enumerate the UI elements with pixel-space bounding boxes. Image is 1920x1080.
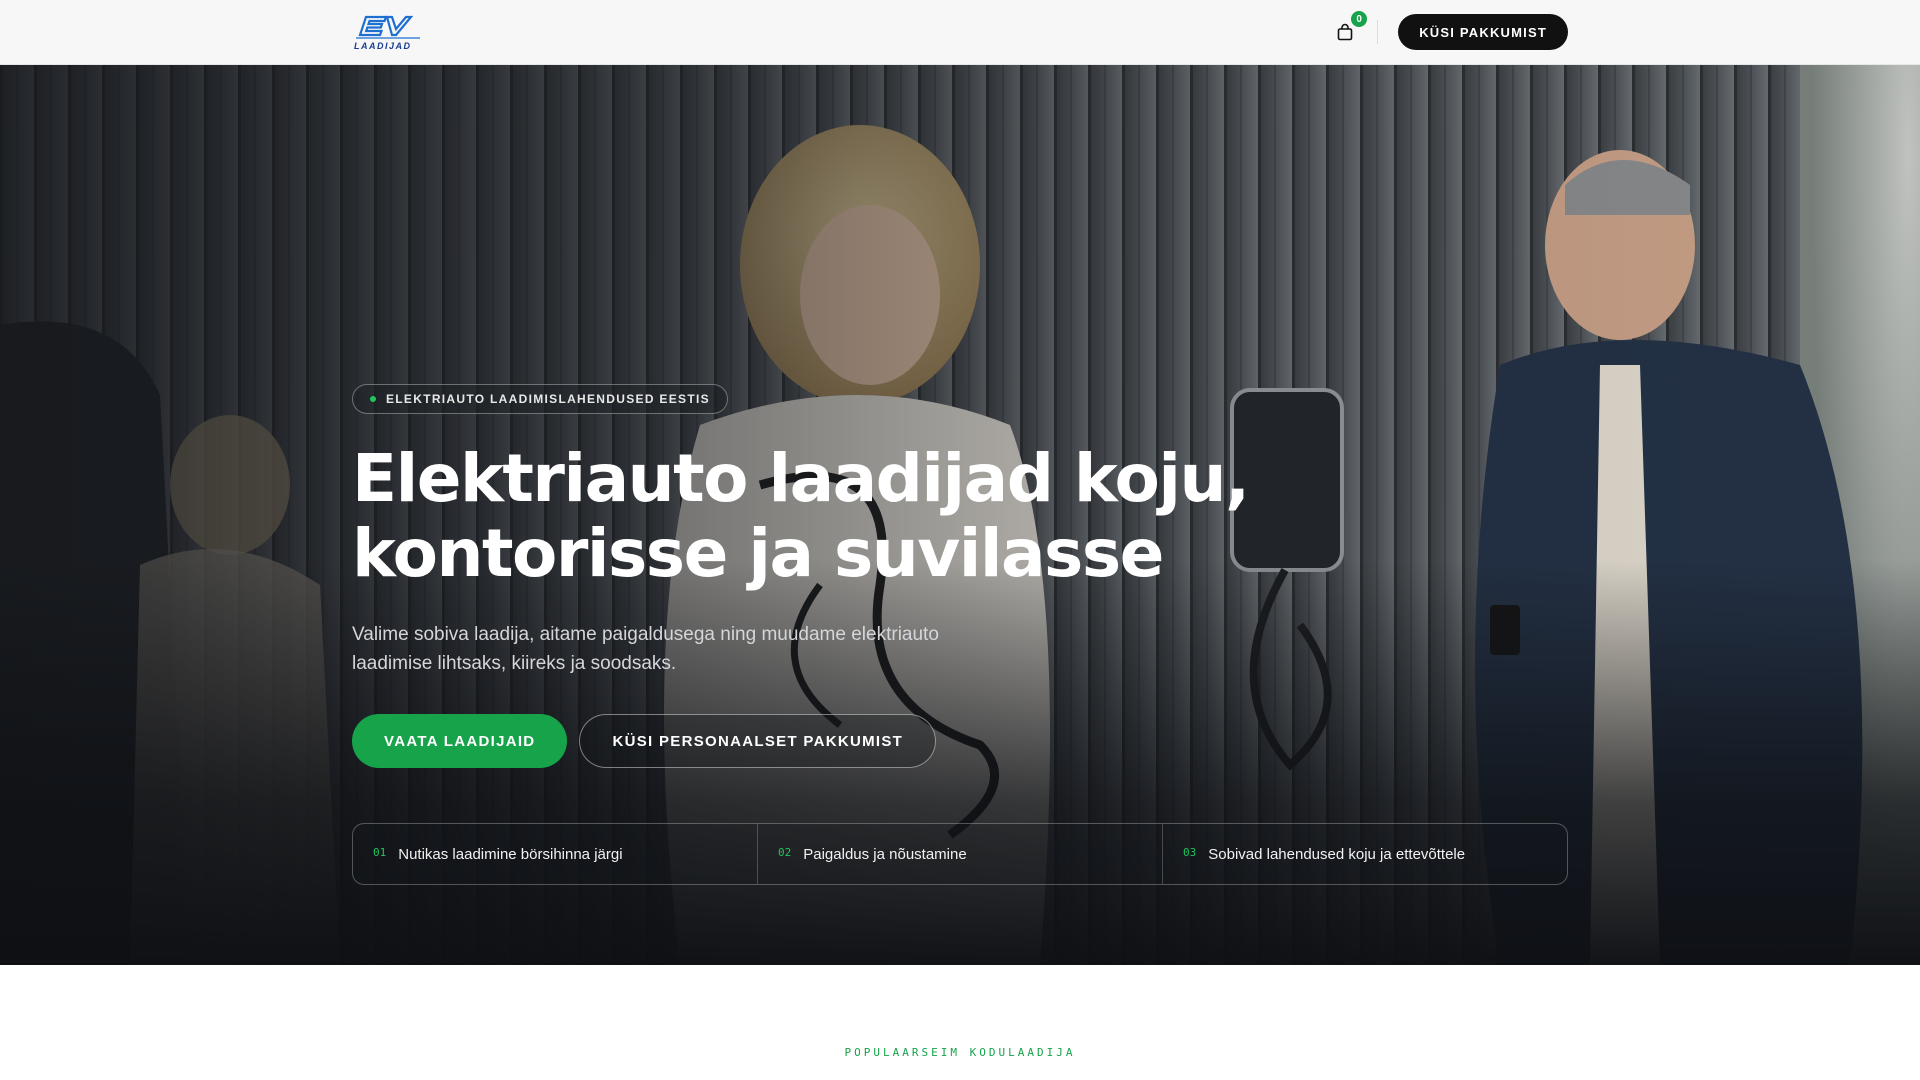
feature-item: 02 Paigaldus ja nõustamine — [758, 824, 1163, 884]
feature-label: Sobivad lahendused koju ja ettevõttele — [1208, 845, 1466, 863]
hero-title: Elektriauto laadijad koju, kontorisse ja… — [352, 441, 1252, 591]
feature-number: 02 — [778, 845, 792, 859]
hero-title-line-1: Elektriauto laadijad koju, — [352, 440, 1250, 517]
hero-subtitle: Valime sobiva laadija, aitame paigalduse… — [352, 624, 939, 674]
cart-button[interactable]: 0 — [1333, 11, 1368, 44]
hero-content: ELEKTRIAUTO LAADIMISLAHENDUSED EESTIS El… — [352, 65, 1568, 965]
hero-badge-text: ELEKTRIAUTO LAADIMISLAHENDUSED EESTIS — [386, 392, 710, 406]
status-dot-icon — [370, 396, 376, 402]
feature-item: 03 Sobivad lahendused koju ja ettevõttel… — [1163, 824, 1567, 884]
ev-logo-icon — [356, 15, 420, 39]
view-chargers-button[interactable]: VAATA LAADIJAID — [352, 714, 568, 768]
feature-label: Paigaldus ja nõustamine — [803, 845, 967, 863]
logo-subtitle: LAADIJAD — [354, 41, 412, 51]
hero-badge: ELEKTRIAUTO LAADIMISLAHENDUSED EESTIS — [352, 384, 728, 414]
feature-label: Nutikas laadimine börsihinna järgi — [398, 845, 623, 863]
request-offer-button[interactable]: KÜSI PAKKUMIST — [1398, 14, 1568, 50]
feature-item: 01 Nutikas laadimine börsihinna järgi — [353, 824, 758, 884]
feature-number: 03 — [1183, 845, 1197, 859]
cart-count-badge: 0 — [1351, 11, 1368, 27]
header-inner: LAADIJAD 0 KÜSI PAKKUMIST — [352, 0, 1568, 64]
feature-number: 01 — [373, 845, 387, 859]
hero-cta-row: VAATA LAADIJAID KÜSI PERSONAALSET PAKKUM… — [352, 714, 937, 768]
hero-section: ELEKTRIAUTO LAADIMISLAHENDUSED EESTIS El… — [0, 65, 1920, 965]
hero-title-line-2: kontorisse ja suvilasse — [352, 515, 1164, 592]
header-actions: 0 KÜSI PAKKUMIST — [1333, 11, 1568, 50]
feature-strip: 01 Nutikas laadimine börsihinna järgi 02… — [352, 823, 1568, 885]
shopping-bag-icon — [1337, 23, 1353, 41]
site-header: LAADIJAD 0 KÜSI PAKKUMIST — [0, 0, 1920, 65]
header-divider — [1377, 20, 1379, 44]
personal-offer-button[interactable]: KÜSI PERSONAALSET PAKKUMIST — [579, 714, 937, 768]
section-eyebrow: POPULAARSEIM KODULAADIJA — [844, 1046, 1076, 1059]
logo[interactable]: LAADIJAD — [352, 13, 426, 51]
